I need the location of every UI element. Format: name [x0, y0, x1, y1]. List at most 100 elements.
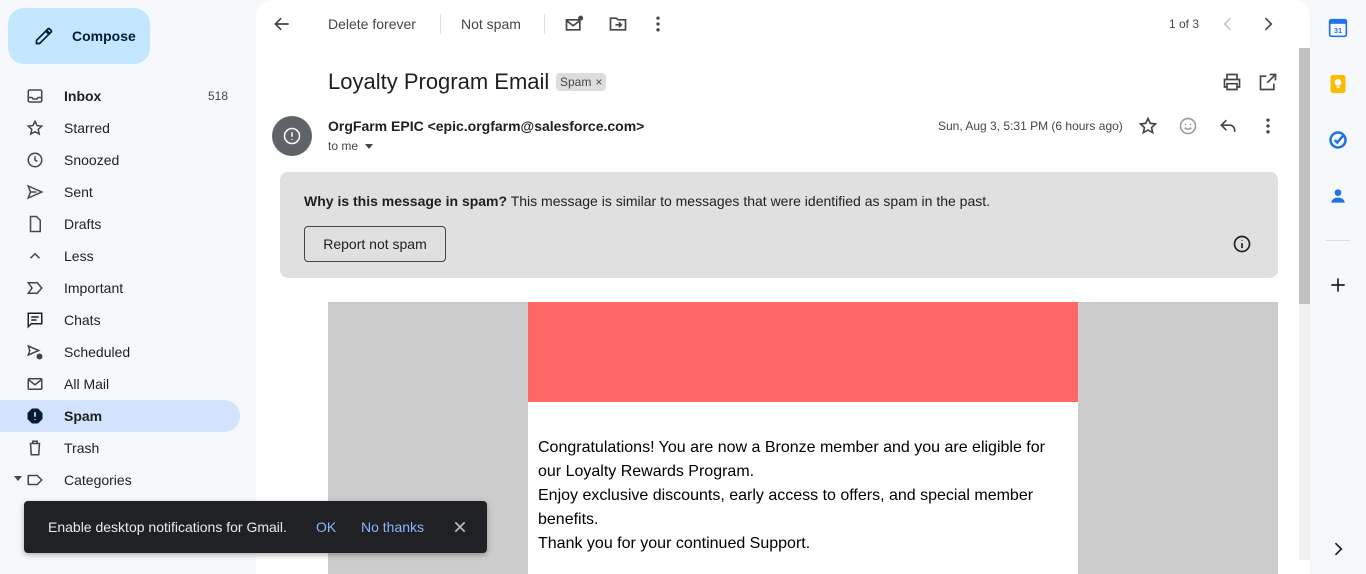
- chevron-left-icon[interactable]: [1218, 14, 1238, 34]
- contacts-icon[interactable]: [1328, 186, 1348, 206]
- sidebar-item-starred[interactable]: Starred: [0, 112, 240, 144]
- star-icon: [26, 119, 44, 136]
- sidebar-item-trash[interactable]: Trash: [0, 432, 240, 464]
- sidebar-item-drafts[interactable]: Drafts: [0, 208, 240, 240]
- toolbar-divider: [544, 14, 545, 34]
- sidebar-item-categories[interactable]: Categories: [0, 464, 240, 496]
- sidebar-item-label: Less: [64, 248, 94, 264]
- important-icon: [26, 282, 43, 294]
- draft-icon: [29, 215, 41, 233]
- sidebar-item-less[interactable]: Less: [0, 240, 240, 272]
- email-body-text: Congratulations! You are now a Bronze me…: [538, 436, 1058, 556]
- chip-close-icon[interactable]: ×: [595, 75, 602, 89]
- chevron-right-icon[interactable]: [1258, 14, 1278, 34]
- trash-icon: [29, 440, 41, 456]
- left-sidebar: Compose Inbox 518 Starred Snoozed Sent D…: [0, 0, 256, 574]
- chevron-right-icon[interactable]: [1328, 539, 1348, 559]
- not-spam-button[interactable]: Not spam: [461, 16, 521, 32]
- calendar-icon[interactable]: 31: [1328, 18, 1348, 38]
- sidebar-item-spam[interactable]: Spam: [0, 400, 240, 432]
- add-icon[interactable]: [1328, 275, 1348, 295]
- clock-icon: [27, 152, 43, 168]
- sidebar-item-snoozed[interactable]: Snoozed: [0, 144, 240, 176]
- sidebar-item-label: Sent: [64, 184, 93, 200]
- sidebar-item-label: Important: [64, 280, 124, 296]
- delete-forever-button[interactable]: Delete forever: [328, 16, 416, 32]
- compose-label: Compose: [72, 28, 136, 44]
- info-icon[interactable]: [1232, 234, 1252, 254]
- sidebar-item-important[interactable]: Important: [0, 272, 240, 304]
- back-arrow-icon[interactable]: [272, 14, 292, 34]
- alert-circle-icon: [283, 127, 301, 145]
- pagination-text: 1 of 3: [1169, 17, 1200, 31]
- pencil-icon: [35, 27, 53, 45]
- send-icon: [26, 184, 44, 200]
- to-me-label: to me: [328, 139, 359, 153]
- sidebar-item-label: Trash: [64, 440, 100, 456]
- email-header-banner: [528, 302, 1078, 402]
- chevron-up-icon: [29, 252, 41, 259]
- recipients-toggle[interactable]: to me: [328, 139, 374, 153]
- sidebar-item-label: Scheduled: [64, 344, 131, 360]
- side-panel-divider: [1326, 240, 1350, 241]
- svg-text:31: 31: [1334, 26, 1342, 35]
- side-panel: 31: [1310, 0, 1366, 574]
- report-not-spam-button[interactable]: Report not spam: [304, 226, 446, 262]
- label-icon: [27, 474, 43, 486]
- more-vert-icon[interactable]: [648, 14, 668, 34]
- spam-warning-banner: Why is this message in spam? This messag…: [280, 172, 1278, 278]
- message-date: Sun, Aug 3, 5:31 PM (6 hours ago): [938, 119, 1123, 133]
- email-line: Enjoy exclusive discounts, early access …: [538, 487, 1034, 528]
- keep-icon[interactable]: [1328, 74, 1348, 94]
- all-mail-icon: [27, 378, 43, 390]
- spam-label-chip[interactable]: Spam ×: [556, 73, 607, 91]
- email-line: Congratulations! You are now a Bronze me…: [538, 439, 1045, 480]
- sidebar-item-all-mail[interactable]: All Mail: [0, 368, 240, 400]
- caret-down-icon: [14, 476, 22, 481]
- inbox-count: 518: [207, 89, 228, 103]
- sidebar-item-label: Chats: [64, 312, 101, 328]
- spam-banner-text: Why is this message in spam? This messag…: [304, 193, 990, 209]
- close-icon[interactable]: [452, 519, 468, 535]
- open-in-new-window-icon[interactable]: [1258, 72, 1278, 92]
- sidebar-item-sent[interactable]: Sent: [0, 176, 240, 208]
- snackbar-ok-button[interactable]: OK: [316, 519, 336, 535]
- scheduled-send-icon: [27, 344, 43, 360]
- compose-button[interactable]: Compose: [8, 8, 150, 64]
- more-vert-icon[interactable]: [1258, 116, 1278, 136]
- email-line: Thank you for your continued Support.: [538, 535, 811, 552]
- notification-snackbar: Enable desktop notifications for Gmail. …: [24, 501, 487, 553]
- mark-unread-icon[interactable]: [564, 14, 584, 34]
- print-icon[interactable]: [1222, 72, 1242, 92]
- sidebar-item-label: Spam: [64, 408, 103, 424]
- email-subject: Loyalty Program Email: [328, 69, 550, 94]
- emoji-reaction-icon[interactable]: [1178, 116, 1198, 136]
- reply-icon[interactable]: [1218, 116, 1238, 136]
- sender-avatar: [272, 116, 312, 156]
- move-to-icon[interactable]: [608, 14, 628, 34]
- spam-banner-body: This message is similar to messages that…: [507, 193, 991, 209]
- snackbar-no-thanks-button[interactable]: No thanks: [361, 519, 424, 535]
- message-toolbar: Delete forever Not spam 1 of 3: [256, 0, 1310, 48]
- message-pane: Delete forever Not spam 1 of 3 Loyalty P…: [256, 0, 1310, 574]
- sender-name: OrgFarm EPIC <epic.orgfarm@salesforce.co…: [328, 118, 645, 134]
- sidebar-item-label: Inbox: [64, 88, 102, 104]
- nav-list: Inbox 518 Starred Snoozed Sent Drafts Le…: [0, 80, 256, 496]
- sidebar-item-scheduled[interactable]: Scheduled: [0, 336, 240, 368]
- sidebar-item-inbox[interactable]: Inbox 518: [0, 80, 240, 112]
- spam-icon: [27, 408, 43, 424]
- chat-icon: [27, 312, 43, 329]
- sidebar-item-label: Drafts: [64, 216, 102, 232]
- sidebar-item-chats[interactable]: Chats: [0, 304, 240, 336]
- tasks-icon[interactable]: [1328, 130, 1348, 150]
- star-icon[interactable]: [1138, 116, 1158, 136]
- sidebar-item-label: Categories: [64, 472, 132, 488]
- snackbar-message: Enable desktop notifications for Gmail.: [48, 519, 287, 535]
- sidebar-item-label: Starred: [64, 120, 110, 136]
- sidebar-item-label: All Mail: [64, 376, 110, 392]
- spam-banner-title: Why is this message in spam?: [304, 193, 508, 209]
- caret-down-icon: [365, 144, 374, 149]
- scrollbar-thumb[interactable]: [1299, 48, 1310, 304]
- toolbar-divider: [440, 14, 441, 34]
- chip-label: Spam: [560, 75, 592, 89]
